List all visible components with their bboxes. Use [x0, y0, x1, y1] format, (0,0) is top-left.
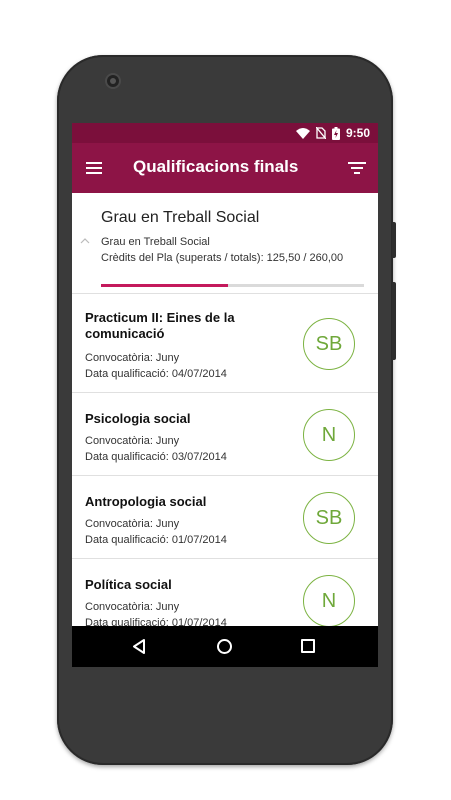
- grades-list: Grau en Treball Social Grau en Treball S…: [72, 193, 378, 626]
- recents-icon[interactable]: [301, 639, 315, 653]
- home-icon[interactable]: [217, 639, 232, 654]
- page-title: Qualificacions finals: [133, 157, 299, 176]
- credits-progress-bar: [101, 284, 364, 287]
- back-icon[interactable]: [132, 639, 146, 654]
- credits-progress-fill: [101, 284, 229, 287]
- grade-row[interactable]: Política social Convocatòria: Juny Data …: [72, 559, 378, 626]
- grade-badge: SB: [303, 492, 355, 544]
- grade-row[interactable]: Antropologia social Convocatòria: Juny D…: [72, 476, 378, 559]
- grade-date-text: Data qualificació: 01/07/2014: [85, 617, 227, 626]
- grade-badge: SB: [303, 318, 355, 370]
- chevron-up-icon[interactable]: [80, 237, 90, 245]
- hamburger-menu-icon[interactable]: [86, 159, 104, 177]
- subject-name: Psicologia social: [85, 411, 191, 426]
- grade-badge: N: [303, 409, 355, 461]
- system-nav-bar: [72, 626, 378, 667]
- degree-credits: Crèdits del Pla (superats / totals): 125…: [101, 252, 344, 264]
- convocatoria-text: Convocatòria: Juny: [85, 352, 180, 364]
- degree-card[interactable]: Grau en Treball Social Grau en Treball S…: [72, 193, 378, 294]
- grade-date-text: Data qualificació: 04/07/2014: [85, 368, 227, 380]
- subject-name: Política social: [85, 577, 172, 592]
- convocatoria-text: Convocatòria: Juny: [85, 518, 180, 530]
- app-toolbar: Qualificacions finals: [72, 143, 378, 193]
- grade-date-text: Data qualificació: 01/07/2014: [85, 534, 227, 546]
- subject-name: Practicum II: Eines de la comunicació: [85, 310, 235, 341]
- degree-subtitle: Grau en Treball Social: [101, 236, 210, 248]
- volume-button: [392, 282, 396, 360]
- grade-row[interactable]: Psicologia social Convocatòria: Juny Dat…: [72, 393, 378, 476]
- grade-row[interactable]: Practicum II: Eines de la comunicació Co…: [72, 294, 378, 393]
- subject-name: Antropologia social: [85, 494, 207, 509]
- no-sim-icon: [315, 127, 326, 139]
- front-camera: [107, 75, 119, 87]
- status-bar: 9:50: [72, 123, 378, 143]
- battery-charging-icon: [331, 126, 340, 140]
- status-time: 9:50: [345, 126, 370, 140]
- convocatoria-text: Convocatòria: Juny: [85, 435, 180, 447]
- grade-date-text: Data qualificació: 03/07/2014: [85, 451, 227, 463]
- power-button: [392, 222, 396, 258]
- convocatoria-text: Convocatòria: Juny: [85, 601, 180, 613]
- app-screen: 9:50 Qualificacions finals Grau en Treba…: [72, 123, 378, 667]
- wifi-icon: [295, 127, 310, 139]
- degree-title: Grau en Treball Social: [101, 209, 260, 226]
- grade-badge: N: [303, 575, 355, 626]
- filter-icon[interactable]: [348, 160, 366, 176]
